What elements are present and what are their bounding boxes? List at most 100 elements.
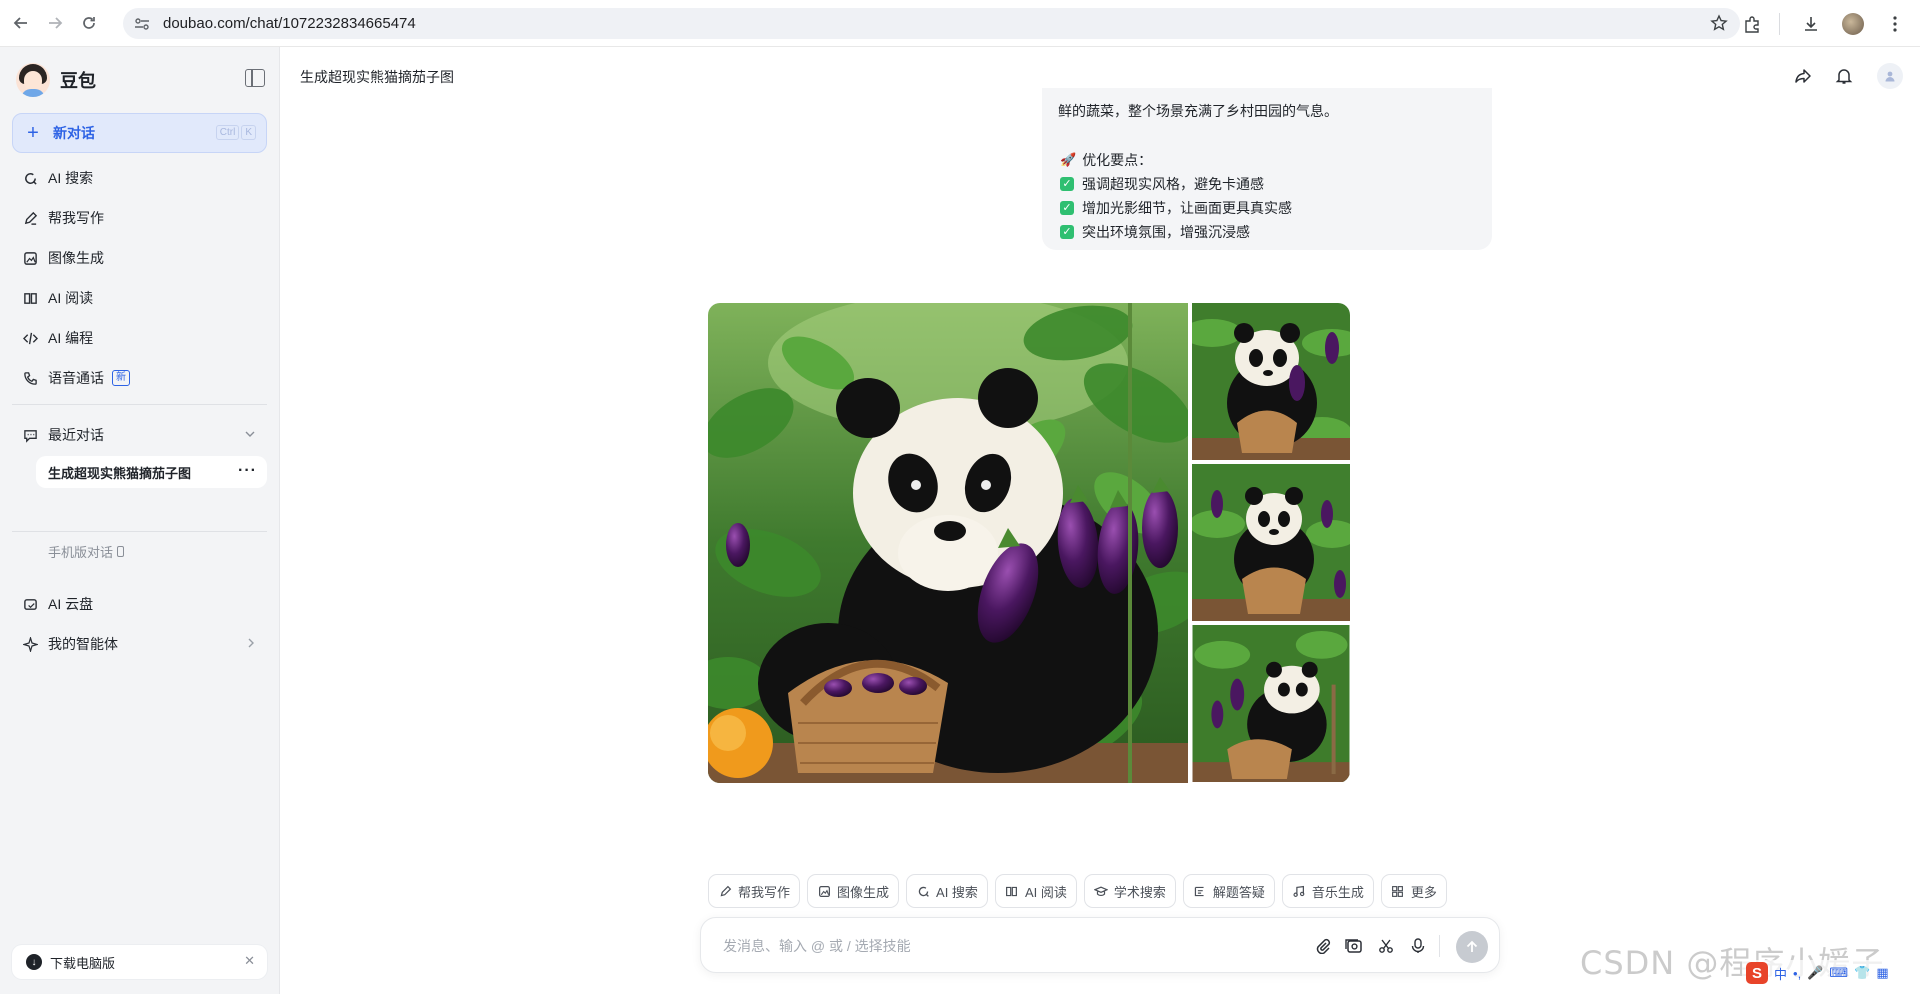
mobile-chats-label: 手机版对话 bbox=[48, 545, 114, 560]
brand[interactable]: 豆包 bbox=[16, 63, 96, 97]
ime-logo[interactable]: S bbox=[1746, 962, 1768, 984]
download-desktop-button[interactable]: ↓ 下载电脑版 ✕ bbox=[12, 945, 267, 979]
pen-icon bbox=[22, 210, 38, 226]
composer-divider bbox=[1439, 935, 1440, 957]
ime-toolbox-icon[interactable]: ▦ bbox=[1876, 965, 1888, 981]
skill-ai-read[interactable]: AI 阅读 bbox=[994, 874, 1077, 908]
chat-title: 生成超现实熊猫摘茄子图 bbox=[300, 69, 454, 85]
message-input[interactable] bbox=[723, 934, 1283, 958]
sidebar-item-image-gen[interactable]: 图像生成 bbox=[12, 238, 267, 278]
skill-academic-search[interactable]: 学术搜索 bbox=[1083, 874, 1176, 908]
skill-label: 更多 bbox=[1410, 884, 1437, 900]
sidebar-collapse-icon[interactable] bbox=[245, 69, 265, 87]
sidebar-item-writing[interactable]: 帮我写作 bbox=[12, 198, 267, 238]
message-composer bbox=[700, 917, 1500, 973]
generated-image-main[interactable] bbox=[708, 303, 1188, 783]
browser-actions bbox=[1739, 11, 1920, 37]
skill-label: 图像生成 bbox=[837, 884, 890, 900]
skill-more[interactable]: 更多 bbox=[1380, 874, 1447, 908]
ime-keyboard-icon[interactable]: ⌨ bbox=[1829, 965, 1848, 981]
skill-label: 解题答疑 bbox=[1212, 884, 1265, 900]
sidebar-item-label: AI 编程 bbox=[48, 330, 94, 346]
attachment-icon[interactable] bbox=[1313, 936, 1333, 956]
skill-writing[interactable]: 帮我写作 bbox=[708, 874, 801, 908]
send-button[interactable] bbox=[1456, 931, 1488, 963]
sidebar-divider bbox=[12, 404, 267, 405]
skill-ai-search[interactable]: AI 搜索 bbox=[906, 874, 988, 908]
address-bar[interactable]: doubao.com/chat/1072232834665474 bbox=[123, 8, 1740, 39]
message-text: 鲜的蔬菜，整个场景充满了乡村田园的气息。 bbox=[1058, 103, 1338, 119]
browser-profile-avatar[interactable] bbox=[1842, 13, 1864, 35]
book-icon bbox=[22, 290, 38, 306]
checklist-text: 突出环境氛围，增强沉浸感 bbox=[1082, 224, 1250, 240]
sidebar-item-ai-code[interactable]: AI 编程 bbox=[12, 318, 267, 358]
image-icon bbox=[817, 884, 831, 898]
check-icon: ✓ bbox=[1060, 225, 1074, 239]
ime-mode[interactable]: 中 bbox=[1774, 964, 1787, 983]
ime-voice-icon[interactable]: 🎤 bbox=[1807, 965, 1823, 981]
grid-icon bbox=[1391, 884, 1405, 898]
rocket-icon: 🚀 bbox=[1060, 152, 1077, 167]
skill-image-gen[interactable]: 图像生成 bbox=[807, 874, 900, 908]
browser-toolbar: doubao.com/chat/1072232834665474 bbox=[0, 0, 1920, 47]
new-chat-button[interactable]: + 新对话 Ctrl K bbox=[12, 113, 267, 153]
sidebar-item-ai-read[interactable]: AI 阅读 bbox=[12, 278, 267, 318]
arrow-up-icon bbox=[1466, 940, 1478, 952]
skill-label: AI 搜索 bbox=[936, 884, 978, 900]
generated-image-thumb[interactable] bbox=[1192, 625, 1350, 782]
microphone-icon[interactable] bbox=[1408, 936, 1428, 956]
bookmark-star-icon[interactable] bbox=[1710, 14, 1728, 32]
sidebar-item-ai-cloud[interactable]: AI 云盘 bbox=[12, 584, 267, 624]
check-icon: ✓ bbox=[1060, 201, 1074, 215]
scissors-icon[interactable] bbox=[1376, 936, 1396, 956]
sidebar-item-voice-call[interactable]: 语音通话 新 bbox=[12, 358, 267, 398]
sidebar-item-ai-search[interactable]: AI 搜索 bbox=[12, 158, 267, 198]
download-icon[interactable] bbox=[1798, 11, 1824, 37]
arrow-right-icon bbox=[49, 17, 63, 29]
plus-icon: + bbox=[27, 122, 39, 144]
back-button[interactable] bbox=[8, 10, 34, 36]
sidebar-item-my-agents[interactable]: 我的智能体 bbox=[12, 624, 267, 664]
optimize-heading: 🚀 优化要点： bbox=[1060, 150, 1152, 170]
reload-button[interactable] bbox=[76, 10, 102, 36]
more-options-icon[interactable]: ··· bbox=[238, 462, 257, 480]
forward-button[interactable] bbox=[42, 10, 68, 36]
music-note-icon bbox=[1292, 884, 1306, 898]
ime-punctuation-icon[interactable]: •, bbox=[1793, 966, 1801, 981]
chevron-down-icon bbox=[243, 427, 257, 444]
brand-avatar-icon bbox=[16, 63, 50, 97]
generated-image-grid bbox=[708, 303, 1350, 783]
user-avatar[interactable] bbox=[1877, 63, 1903, 89]
sidebar-item-label: 我的智能体 bbox=[48, 636, 118, 652]
generated-image-thumb[interactable] bbox=[1192, 464, 1350, 621]
shortcut-key: K bbox=[241, 125, 256, 140]
ime-skin-icon[interactable]: 👕 bbox=[1854, 965, 1870, 981]
new-badge: 新 bbox=[112, 370, 130, 386]
browser-menu-icon[interactable] bbox=[1882, 11, 1908, 37]
mobile-chats-link[interactable]: 手机版对话 bbox=[48, 542, 125, 561]
sidebar-item-label: AI 云盘 bbox=[48, 596, 94, 612]
extensions-icon[interactable] bbox=[1739, 11, 1765, 37]
skill-music-gen[interactable]: 音乐生成 bbox=[1281, 874, 1374, 908]
optimize-heading-text: 优化要点： bbox=[1082, 152, 1153, 168]
recent-chat-item[interactable]: 生成超现实熊猫摘茄子图 ··· bbox=[36, 456, 267, 488]
skills-bar: 帮我写作 图像生成 AI 搜索 AI 阅读 学术搜索 解题答疑 音乐生成 更多 bbox=[708, 874, 1447, 908]
mobile-phone-icon bbox=[117, 546, 125, 557]
site-settings-icon[interactable] bbox=[133, 15, 151, 33]
ime-toolbar: S 中 •, 🎤 ⌨ 👕 ▦ bbox=[1742, 960, 1893, 986]
sidebar-item-label: 语音通话 bbox=[48, 370, 104, 386]
chat-bubble-icon bbox=[22, 427, 38, 443]
close-icon[interactable]: ✕ bbox=[244, 953, 255, 969]
recent-chats-header[interactable]: 最近对话 bbox=[12, 415, 267, 455]
shortcut-hint: Ctrl K bbox=[215, 125, 256, 140]
skill-problem-solving[interactable]: 解题答疑 bbox=[1182, 874, 1275, 908]
share-icon[interactable] bbox=[1793, 66, 1813, 86]
image-upload-icon[interactable] bbox=[1344, 936, 1364, 956]
checklist-item: ✓ 突出环境氛围，增强沉浸感 bbox=[1060, 222, 1250, 242]
user-icon bbox=[1885, 71, 1895, 82]
bell-icon[interactable] bbox=[1834, 66, 1854, 86]
image-icon bbox=[22, 250, 38, 266]
download-circle-icon: ↓ bbox=[26, 954, 42, 970]
generated-image-thumb[interactable] bbox=[1192, 303, 1350, 460]
download-desktop-label: 下载电脑版 bbox=[50, 955, 116, 971]
